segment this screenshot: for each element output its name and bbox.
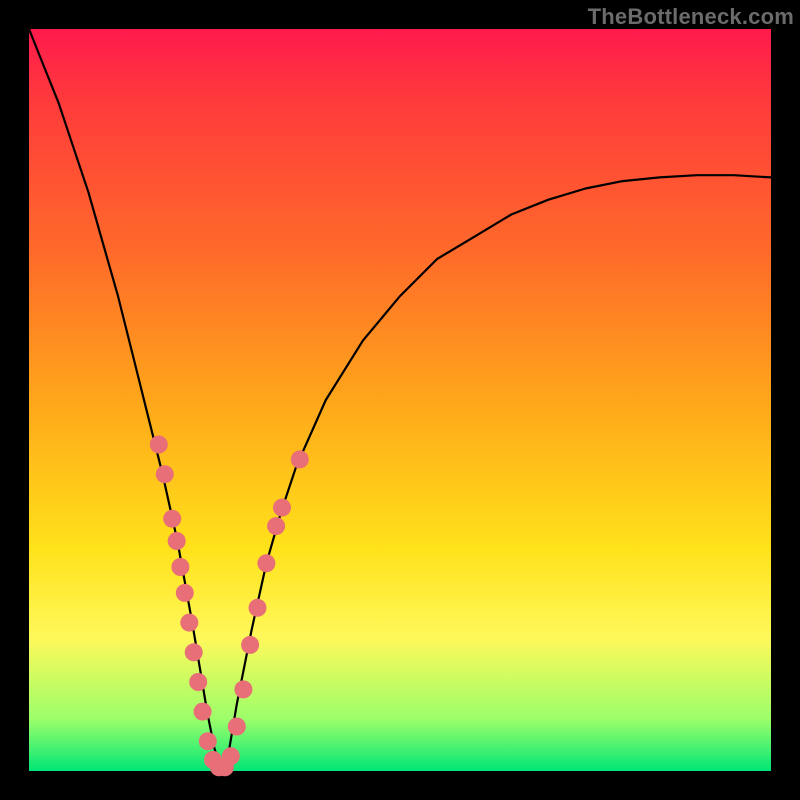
marker-dot xyxy=(176,584,194,602)
marker-dot xyxy=(273,499,291,517)
marker-dot xyxy=(241,636,259,654)
marker-dot xyxy=(249,599,267,617)
marker-dot xyxy=(185,643,203,661)
marker-dot xyxy=(156,465,174,483)
marker-dot xyxy=(194,703,212,721)
marker-dot xyxy=(189,673,207,691)
marker-dot xyxy=(150,436,168,454)
marker-dot xyxy=(163,510,181,528)
marker-dot xyxy=(180,614,198,632)
bottleneck-curve-path xyxy=(29,29,771,771)
marker-dot xyxy=(291,450,309,468)
chart-overlay-svg xyxy=(29,29,771,771)
chart-frame: TheBottleneck.com xyxy=(0,0,800,800)
marker-dot xyxy=(234,680,252,698)
marker-dot xyxy=(199,732,217,750)
marker-dot xyxy=(168,532,186,550)
marker-group xyxy=(150,436,309,777)
attribution-label: TheBottleneck.com xyxy=(588,0,800,30)
marker-dot xyxy=(267,517,285,535)
marker-dot xyxy=(228,718,246,736)
marker-dot xyxy=(257,554,275,572)
marker-dot xyxy=(222,747,240,765)
marker-dot xyxy=(171,558,189,576)
